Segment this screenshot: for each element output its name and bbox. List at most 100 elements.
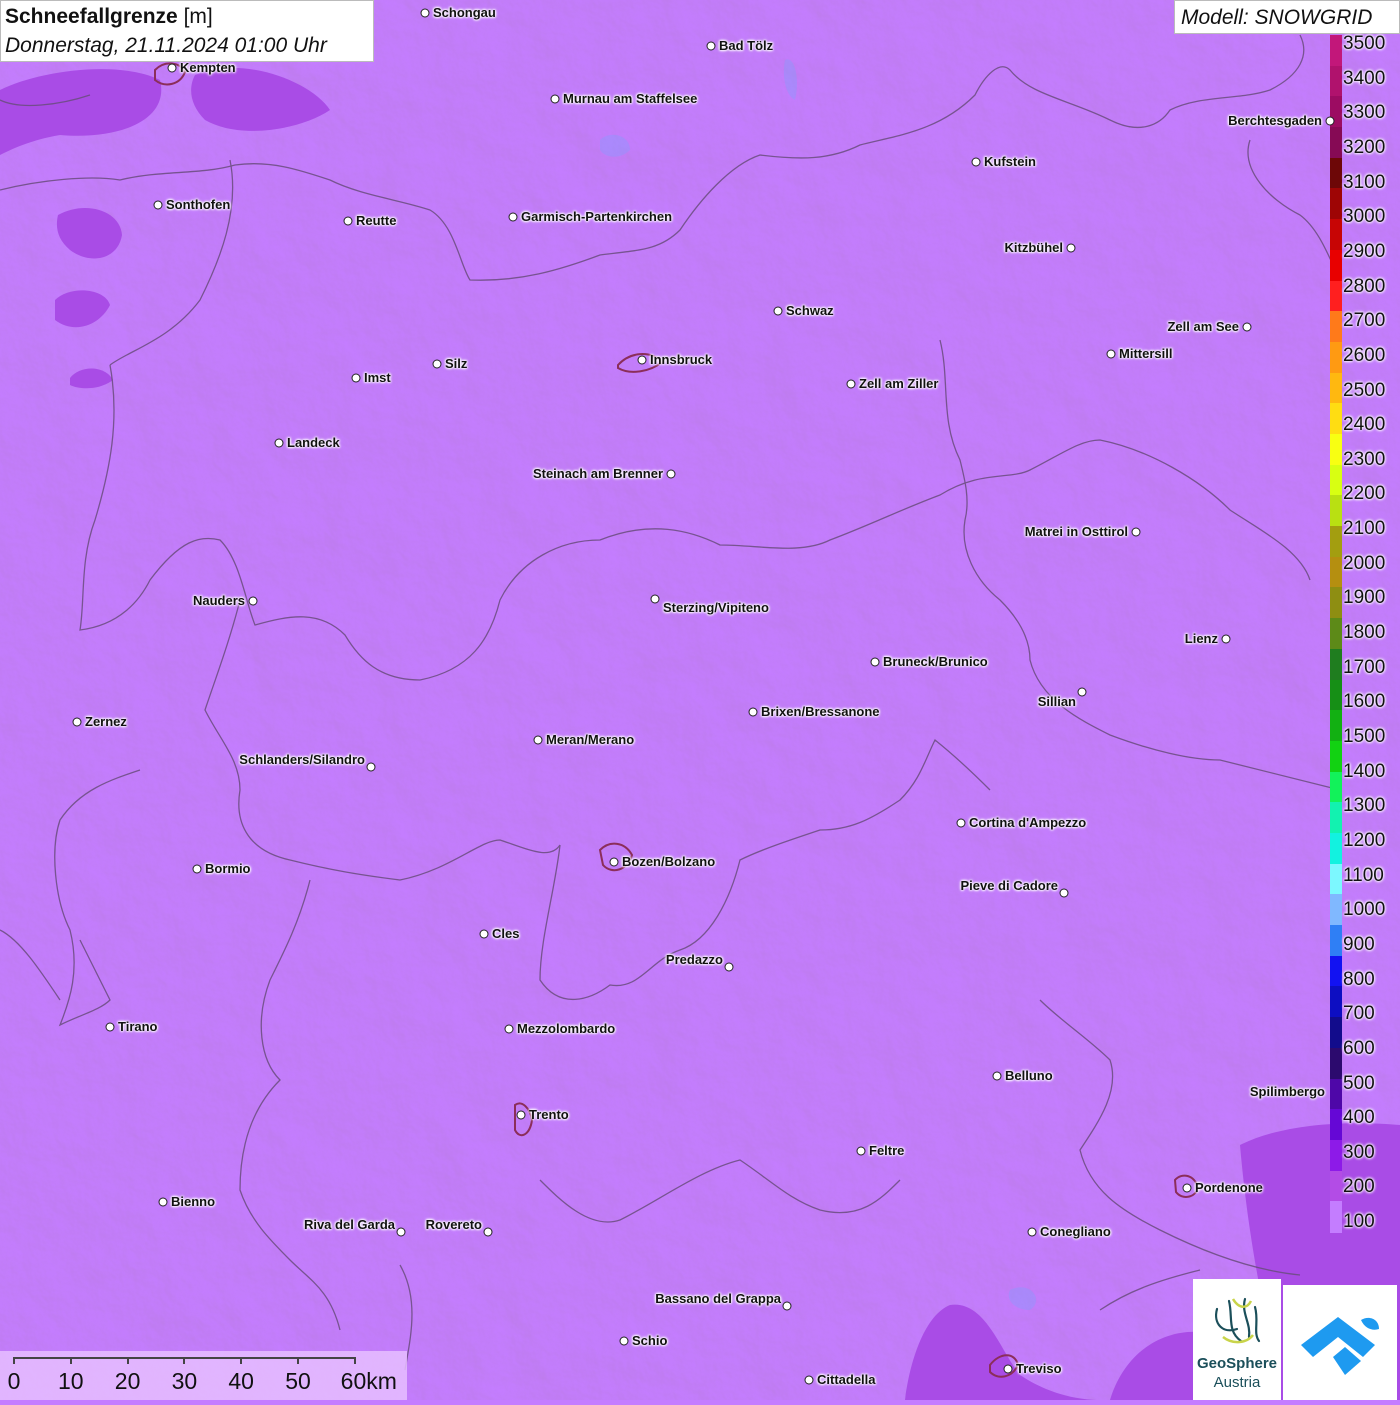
city-label: Rovereto bbox=[425, 1217, 482, 1232]
city-dot-icon bbox=[1106, 349, 1116, 359]
city-label: Cles bbox=[492, 926, 520, 941]
legend-color-cell bbox=[1330, 1139, 1342, 1172]
city-dot-icon bbox=[483, 1227, 493, 1237]
legend-color-cell bbox=[1330, 1109, 1342, 1141]
city-dot-icon bbox=[870, 657, 880, 667]
legend-label: 1400 bbox=[1343, 760, 1386, 782]
legend-label: 3100 bbox=[1343, 171, 1386, 193]
legend-label: 900 bbox=[1343, 933, 1375, 955]
city-dot-icon bbox=[504, 1024, 514, 1034]
city-dot-icon bbox=[192, 864, 202, 874]
city-label: Berchtesgaden bbox=[1228, 113, 1322, 128]
city-label: Bormio bbox=[205, 861, 251, 876]
legend-color-cell bbox=[1330, 495, 1342, 527]
logo-line1: GeoSphere bbox=[1196, 1355, 1278, 1372]
city-dot-icon bbox=[158, 1197, 168, 1207]
city-label: Pordenone bbox=[1195, 1180, 1263, 1195]
city-dot-icon bbox=[782, 1301, 792, 1311]
city-label: Lienz bbox=[1184, 631, 1218, 646]
legend-label: 2200 bbox=[1343, 483, 1386, 505]
scale-label: 0 bbox=[7, 1368, 21, 1394]
city-label: Pieve di Cadore bbox=[960, 878, 1058, 893]
legend-label: 500 bbox=[1343, 1072, 1375, 1094]
city-dot-icon bbox=[1182, 1183, 1192, 1193]
legend-color-cell bbox=[1330, 925, 1342, 957]
city-label: Silz bbox=[445, 356, 468, 371]
city-label: Bassano del Grappa bbox=[655, 1291, 781, 1306]
legend-color-cell bbox=[1330, 710, 1342, 742]
city-dot-icon bbox=[432, 359, 442, 369]
legend-color-cell bbox=[1330, 1017, 1342, 1049]
city-label: Riva del Garda bbox=[303, 1217, 395, 1232]
legend-color-cell bbox=[1330, 188, 1342, 220]
city-dot-icon bbox=[609, 857, 619, 867]
legend-label: 3500 bbox=[1343, 33, 1386, 54]
map-datetime: Donnerstag, 21.11.2024 01:00 Uhr bbox=[5, 34, 327, 57]
legend-color-cell bbox=[1330, 802, 1342, 834]
city-label: Cortina d'Ampezzo bbox=[969, 815, 1087, 830]
city-label: Brixen/Bressanone bbox=[761, 704, 880, 719]
city-label: Conegliano bbox=[1040, 1224, 1111, 1239]
city-label: Bruneck/Brunico bbox=[883, 654, 988, 669]
scale-label: 30 bbox=[171, 1368, 198, 1394]
legend-label: 3400 bbox=[1343, 67, 1386, 89]
map-title: Schneefallgrenze [m] bbox=[5, 5, 213, 29]
map-title-unit: [m] bbox=[183, 5, 213, 28]
partner-logo bbox=[1283, 1285, 1397, 1400]
city-label: Kempten bbox=[180, 60, 236, 75]
city-label: Schwaz bbox=[786, 303, 834, 318]
legend-color-cell bbox=[1330, 249, 1342, 282]
legend-label: 1200 bbox=[1343, 829, 1386, 851]
legend-label: 2000 bbox=[1343, 552, 1386, 574]
scale-tick bbox=[183, 1357, 186, 1364]
city-dot-icon bbox=[706, 41, 716, 51]
city-dot-icon bbox=[992, 1071, 1002, 1081]
city-label: Bozen/Bolzano bbox=[622, 854, 716, 869]
legend-color-cell bbox=[1330, 464, 1342, 496]
legend-color-cell bbox=[1330, 341, 1342, 374]
city-dot-icon bbox=[72, 717, 82, 727]
city-dot-icon bbox=[1066, 243, 1076, 253]
city-dot-icon bbox=[343, 216, 353, 226]
legend-label: 2400 bbox=[1343, 414, 1386, 436]
legend-color-cell bbox=[1330, 833, 1342, 865]
scale-tick bbox=[353, 1357, 356, 1364]
city-label: Mittersill bbox=[1119, 346, 1173, 361]
legend-label: 2500 bbox=[1343, 379, 1386, 401]
legend-color-cell bbox=[1330, 618, 1342, 650]
legend-label: 2600 bbox=[1343, 344, 1386, 366]
scale-tick bbox=[297, 1357, 299, 1364]
city-dot-icon bbox=[650, 594, 660, 604]
map-title-main: Schneefallgrenze bbox=[5, 5, 178, 28]
legend-label: 1100 bbox=[1343, 864, 1384, 886]
legend-color-cell bbox=[1330, 1170, 1342, 1202]
legend-color-cell bbox=[1330, 740, 1342, 773]
legend-color-cell bbox=[1330, 219, 1342, 251]
legend-label: 400 bbox=[1343, 1107, 1375, 1129]
city-label: Matrei in Osttirol bbox=[1024, 524, 1128, 539]
legend-color-cell bbox=[1330, 863, 1342, 895]
city-label: Reutte bbox=[356, 213, 397, 228]
city-label: Nauders bbox=[192, 593, 245, 608]
city-label: Sterzing/Vipiteno bbox=[663, 600, 769, 615]
city-label: Predazzo bbox=[665, 952, 723, 967]
legend-label: 100 bbox=[1343, 1211, 1375, 1233]
legend-color-cell bbox=[1330, 955, 1342, 988]
city-dot-icon bbox=[956, 818, 966, 828]
legend-label: 1800 bbox=[1343, 622, 1386, 644]
city-label: Sonthofen bbox=[166, 197, 231, 212]
city-dot-icon bbox=[1059, 888, 1069, 898]
scale-tick bbox=[126, 1357, 129, 1364]
city-label: Schongau bbox=[433, 5, 496, 20]
legend-color-cell bbox=[1330, 1078, 1342, 1110]
city-dot-icon bbox=[153, 200, 163, 210]
legend-color-cell bbox=[1330, 157, 1342, 190]
city-dot-icon bbox=[971, 157, 981, 167]
city-dot-icon bbox=[1003, 1364, 1013, 1374]
city-label: Sillian bbox=[1037, 694, 1076, 709]
legend-color-cell bbox=[1330, 526, 1342, 558]
scale-label: 50 bbox=[285, 1368, 311, 1394]
city-label: Zell am Ziller bbox=[859, 376, 939, 391]
legend-label: 1500 bbox=[1343, 726, 1386, 747]
city-dot-icon bbox=[479, 929, 489, 939]
